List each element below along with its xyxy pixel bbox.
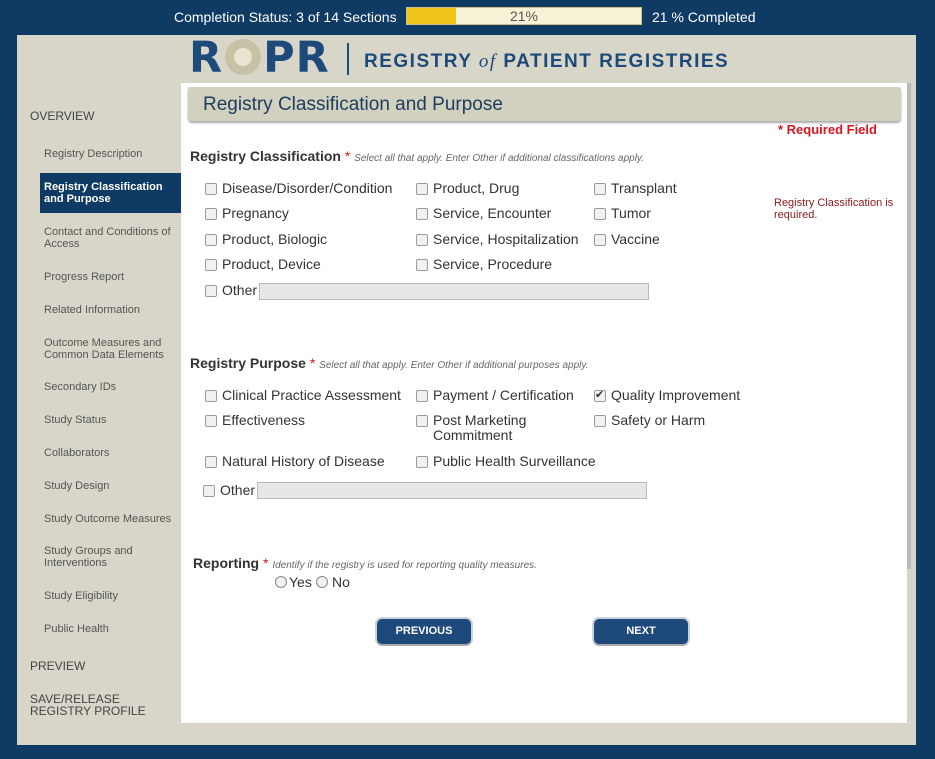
previous-button[interactable]: PREVIOUS	[377, 619, 471, 644]
radio-circle[interactable]	[275, 576, 287, 588]
page-title: Registry Classification and Purpose	[203, 94, 503, 115]
checkbox-box[interactable]	[416, 208, 428, 220]
sidebar-item-related-information[interactable]: Related Information	[40, 295, 181, 325]
checkbox-box[interactable]	[205, 183, 217, 195]
sidebar-item-study-eligibility[interactable]: Study Eligibility	[40, 581, 181, 611]
purpose-other-input[interactable]	[257, 482, 647, 499]
completion-status-text: Completion Status: 3 of 14 Sections	[174, 9, 397, 25]
required-star: *	[344, 148, 351, 164]
next-button[interactable]: NEXT	[594, 619, 688, 644]
checkbox-box[interactable]	[203, 485, 215, 497]
logo-divider	[347, 43, 349, 75]
radio-circle[interactable]	[316, 576, 328, 588]
purpose-heading: Registry Purpose * Select all that apply…	[190, 355, 589, 371]
ropr-o-circle-icon	[225, 39, 262, 75]
sidebar-item-preview[interactable]: PREVIEW	[26, 651, 181, 681]
reporting-heading: Reporting * Identify if the registry is …	[193, 555, 537, 571]
checkbox-box[interactable]	[416, 456, 428, 468]
main-content	[181, 83, 907, 723]
sidebar-item-outcome-measures[interactable]: Outcome Measures and Common Data Element…	[40, 328, 181, 369]
sidebar-item-study-status[interactable]: Study Status	[40, 405, 181, 435]
classification-other-input[interactable]	[259, 283, 649, 300]
classification-heading: Registry Classification * Select all tha…	[190, 148, 644, 164]
checkbox-box[interactable]	[416, 183, 428, 195]
progress-bar: 21%	[406, 7, 642, 25]
checkbox-box[interactable]	[205, 390, 217, 402]
checkbox-box[interactable]	[205, 208, 217, 220]
checkbox-box-checked[interactable]	[594, 388, 606, 403]
ropr-wordmark: R PR	[189, 33, 330, 83]
sidebar-item-contact-conditions[interactable]: Contact and Conditions of Access	[40, 218, 181, 258]
sidebar-item-secondary-ids[interactable]: Secondary IDs	[40, 372, 181, 402]
checkbox-box[interactable]	[205, 456, 217, 468]
sidebar-item-public-health[interactable]: Public Health	[40, 614, 181, 644]
classification-hint: Select all that apply. Enter Other if ad…	[354, 153, 644, 164]
reporting-radio-yes[interactable]: Yes	[275, 574, 315, 590]
checkbox-box[interactable]	[594, 234, 606, 246]
sidebar-item-study-design[interactable]: Study Design	[40, 471, 181, 501]
logo-tagline: REGISTRY of PATIENT REGISTRIES	[364, 51, 730, 72]
page-header: Registry Classification and Purpose	[188, 87, 901, 121]
required-field-note: * Required Field	[778, 122, 877, 137]
checkbox-box[interactable]	[205, 285, 217, 297]
percent-completed-text: 21 % Completed	[652, 9, 756, 25]
checkbox-box[interactable]	[416, 390, 428, 402]
sidebar-item-registry-description[interactable]: Registry Description	[40, 139, 181, 169]
sidebar-item-registry-classification[interactable]: Registry Classification and Purpose	[40, 173, 181, 213]
scrollbar[interactable]	[907, 83, 911, 569]
checkbox-box[interactable]	[205, 259, 217, 271]
progress-bar-text: 21%	[509, 8, 539, 24]
purpose-hint: Select all that apply. Enter Other if ad…	[319, 360, 589, 371]
checkbox-box[interactable]	[416, 259, 428, 271]
required-star: *	[263, 555, 269, 571]
checkbox-box[interactable]	[416, 415, 428, 427]
sidebar-item-progress-report[interactable]: Progress Report	[40, 262, 181, 292]
checkbox-box[interactable]	[205, 234, 217, 246]
checkbox-box[interactable]	[594, 415, 606, 427]
sidebar-item-study-outcome-measures[interactable]: Study Outcome Measures	[40, 504, 181, 534]
classification-error-message: Registry Classification is required.	[774, 197, 894, 221]
sidebar-item-collaborators[interactable]: Collaborators	[40, 438, 181, 468]
checkbox-box[interactable]	[416, 234, 428, 246]
completion-status-bar: Completion Status: 3 of 14 Sections 21% …	[0, 0, 935, 34]
reporting-radio-no[interactable]: No	[316, 574, 356, 590]
required-star: *	[309, 355, 316, 371]
reporting-hint: Identify if the registry is used for rep…	[272, 560, 537, 571]
sidebar-item-save-release[interactable]: SAVE/RELEASE REGISTRY PROFILE	[26, 685, 181, 724]
checkbox-box[interactable]	[594, 208, 606, 220]
checkbox-box[interactable]	[594, 183, 606, 195]
checkbox-box[interactable]	[205, 415, 217, 427]
sidebar-item-overview[interactable]: OVERVIEW	[26, 101, 181, 130]
sidebar-item-study-groups[interactable]: Study Groups and Interventions	[40, 537, 181, 577]
